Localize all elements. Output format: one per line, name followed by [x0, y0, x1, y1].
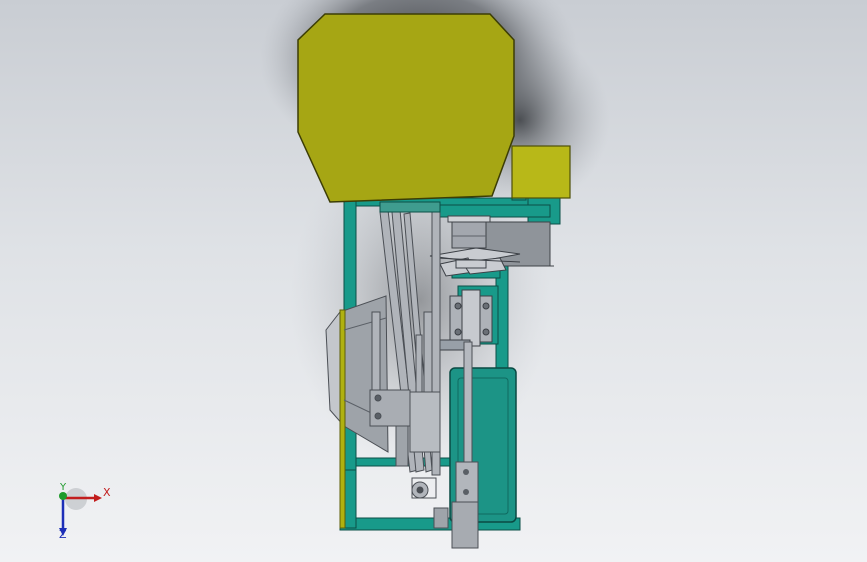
- pulley[interactable]: [447, 215, 491, 249]
- graphics-viewport[interactable]: X Y Z: [0, 0, 867, 562]
- y-axis-label: Y: [60, 482, 67, 493]
- hopper[interactable]: [297, 13, 515, 213]
- x-axis-label: X: [103, 486, 111, 499]
- orientation-triad[interactable]: X Y Z: [50, 482, 120, 546]
- model-3d-view[interactable]: [0, 0, 867, 562]
- base-block[interactable]: [451, 501, 479, 549]
- z-axis-label: Z: [59, 528, 67, 541]
- motor-box[interactable]: [511, 145, 571, 199]
